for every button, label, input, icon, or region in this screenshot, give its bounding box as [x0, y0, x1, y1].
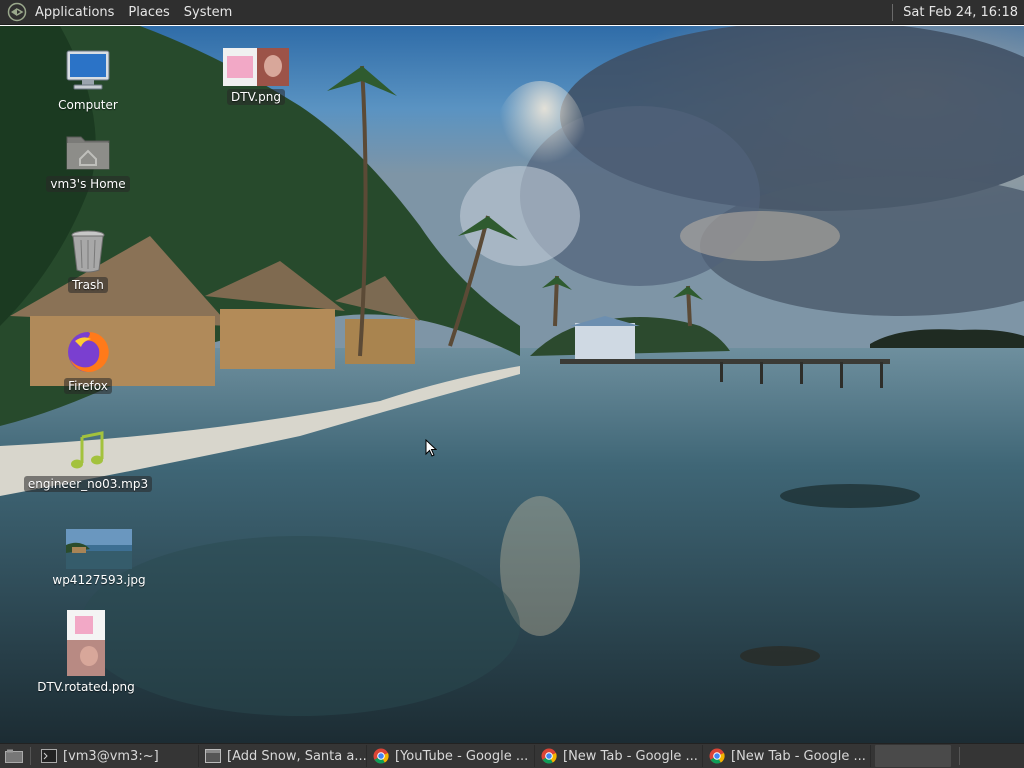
task-button-chrome-newtab[interactable]: [New Tab - Google ...: [703, 745, 871, 767]
workspace-switcher[interactable]: [964, 745, 1024, 767]
task-button-terminal[interactable]: [vm3@vm3:~]: [35, 745, 199, 767]
chrome-icon: [709, 748, 725, 764]
task-label: [Add Snow, Santa a...: [227, 748, 367, 764]
distro-logo-icon[interactable]: [6, 1, 28, 23]
desktop-icon-label: engineer_no03.mp3: [23, 476, 153, 492]
task-label: [New Tab - Google ...: [731, 748, 866, 764]
show-desktop-icon[interactable]: [2, 745, 26, 767]
window-icon: [205, 748, 221, 764]
terminal-icon: [41, 748, 57, 764]
desktop-icon-firefox[interactable]: Firefox: [55, 329, 121, 394]
clock-separator: [892, 4, 894, 21]
chrome-icon: [541, 748, 557, 764]
desktop[interactable]: Computer vm3's Home Trash Firefox engine…: [0, 26, 1024, 743]
desktop-icon-label: DTV.rotated.png: [37, 680, 135, 694]
task-label: [YouTube - Google ...: [395, 748, 529, 764]
desktop-icon-dtv[interactable]: DTV.png: [214, 48, 298, 105]
taskbar: [vm3@vm3:~] [Add Snow, Santa a... [YouTu…: [0, 743, 1024, 768]
desktop-icon-wallpaper-jpg[interactable]: wp4127593.jpg: [50, 529, 148, 588]
desktop-icon-home[interactable]: vm3's Home: [40, 129, 136, 192]
taskbar-separator: [30, 747, 31, 765]
clock[interactable]: Sat Feb 24, 16:18: [903, 5, 1024, 20]
menu-places[interactable]: Places: [121, 0, 176, 25]
menu-system[interactable]: System: [177, 0, 239, 25]
desktop-icon-label: Trash: [68, 277, 108, 293]
desktop-icon-label: Firefox: [64, 378, 112, 394]
music-note-icon: [66, 429, 110, 473]
trash-icon: [68, 228, 108, 274]
wallpaper: [0, 26, 1024, 743]
task-label: [vm3@vm3:~]: [63, 748, 159, 764]
desktop-icon-dtv-rotated[interactable]: DTV.rotated.png: [28, 610, 144, 695]
chrome-icon: [373, 748, 389, 764]
computer-icon: [64, 46, 112, 94]
desktop-icon-trash[interactable]: Trash: [58, 228, 118, 293]
task-button-chrome-youtube[interactable]: [YouTube - Google ...: [367, 745, 535, 767]
menu-applications[interactable]: Applications: [28, 0, 121, 25]
taskbar-active-slot[interactable]: [875, 745, 951, 767]
image-thumbnail-icon: [67, 610, 105, 676]
desktop-icon-label: vm3's Home: [46, 176, 130, 192]
desktop-icon-computer[interactable]: Computer: [55, 46, 121, 113]
taskbar-separator: [959, 747, 960, 765]
task-label: [New Tab - Google ...: [563, 748, 698, 764]
mouse-cursor-icon: [425, 439, 437, 457]
firefox-icon: [65, 329, 111, 375]
task-button-chrome-newtab[interactable]: [New Tab - Google ...: [535, 745, 703, 767]
task-button-window[interactable]: [Add Snow, Santa a...: [199, 745, 367, 767]
desktop-icon-label: wp4127593.jpg: [52, 573, 146, 587]
image-thumbnail-icon: [66, 529, 132, 569]
home-folder-icon: [64, 129, 112, 173]
desktop-icon-label: DTV.png: [227, 89, 285, 105]
image-thumbnail-icon: [223, 48, 289, 86]
desktop-icon-label: Computer: [58, 98, 118, 112]
desktop-icon-mp3[interactable]: engineer_no03.mp3: [20, 429, 156, 492]
top-panel: Applications Places System Sat Feb 24, 1…: [0, 0, 1024, 25]
